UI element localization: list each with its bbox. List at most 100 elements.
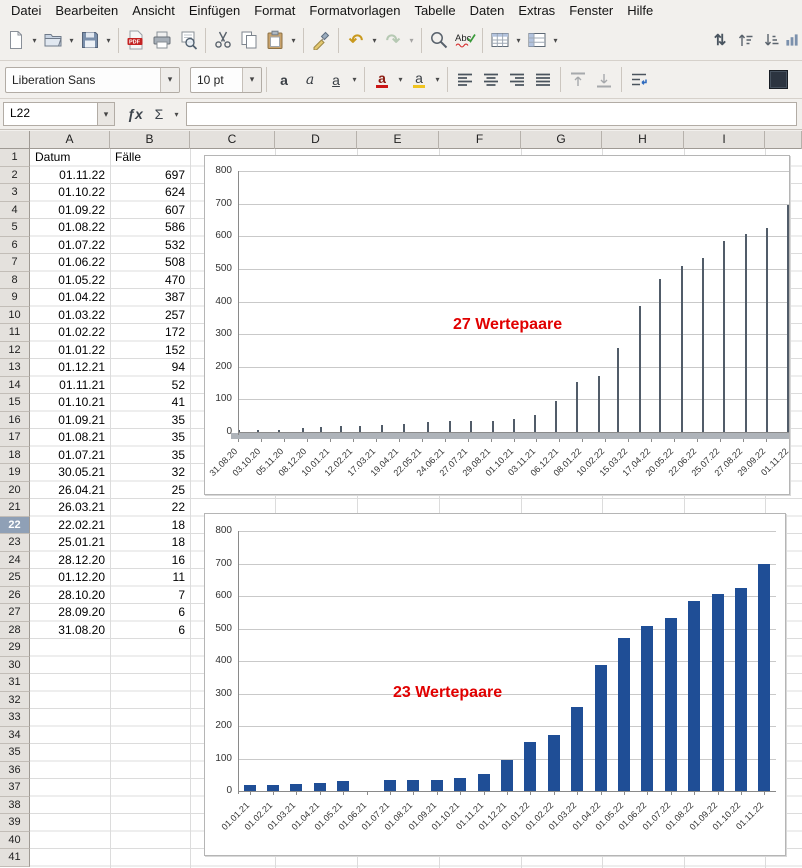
cell-B12[interactable]: 152: [110, 342, 190, 360]
underline-dropdown[interactable]: ▾: [349, 75, 360, 84]
cell-B9[interactable]: 387: [110, 289, 190, 307]
highlighting-color-button[interactable]: a: [406, 66, 432, 94]
column-header-A[interactable]: A: [30, 131, 110, 149]
column-header-D[interactable]: D: [275, 131, 357, 149]
italic-button[interactable]: a: [297, 66, 323, 94]
cell-A10[interactable]: 01.03.22: [30, 307, 110, 325]
row-header-25[interactable]: 25: [0, 569, 30, 587]
cell-A21[interactable]: 26.03.21: [30, 499, 110, 517]
menu-bearbeiten[interactable]: Bearbeiten: [48, 1, 125, 20]
cell-B19[interactable]: 32: [110, 464, 190, 482]
cell-B10[interactable]: 257: [110, 307, 190, 325]
print-button[interactable]: [149, 26, 175, 54]
cell-B25[interactable]: 11: [110, 569, 190, 587]
align-left-button[interactable]: [452, 66, 478, 94]
cell-B20[interactable]: 25: [110, 482, 190, 500]
menu-daten[interactable]: Daten: [463, 1, 512, 20]
open-button[interactable]: [40, 26, 66, 54]
row-header-26[interactable]: 26: [0, 587, 30, 605]
export-pdf-button[interactable]: PDF: [123, 26, 149, 54]
align-bottom-button[interactable]: [591, 66, 617, 94]
redo-button[interactable]: ↷: [380, 26, 406, 54]
print-preview-button[interactable]: [175, 26, 201, 54]
cell-A18[interactable]: 01.07.21: [30, 447, 110, 465]
menu-fenster[interactable]: Fenster: [562, 1, 620, 20]
cell-B4[interactable]: 607: [110, 202, 190, 220]
font-name-dropdown[interactable]: ▾: [160, 68, 179, 92]
sort-ascending-button[interactable]: [733, 26, 759, 54]
paste-dropdown[interactable]: ▾: [288, 36, 299, 45]
row-header-9[interactable]: 9: [0, 289, 30, 307]
font-size-dropdown[interactable]: ▾: [242, 68, 261, 92]
spelling-button[interactable]: Abc: [452, 26, 478, 54]
clone-formatting-button[interactable]: [308, 26, 334, 54]
cell-A25[interactable]: 01.12.20: [30, 569, 110, 587]
cell-A27[interactable]: 28.09.20: [30, 604, 110, 622]
cell-A24[interactable]: 28.12.20: [30, 552, 110, 570]
row-header-32[interactable]: 32: [0, 692, 30, 710]
sum-button[interactable]: Σ: [147, 102, 171, 126]
cell-B1[interactable]: Fälle: [110, 149, 190, 167]
cell-B3[interactable]: 624: [110, 184, 190, 202]
row-header-19[interactable]: 19: [0, 464, 30, 482]
align-top-button[interactable]: [565, 66, 591, 94]
menu-datei[interactable]: Datei: [4, 1, 48, 20]
row-header-33[interactable]: 33: [0, 709, 30, 727]
font-size-combo[interactable]: 10 pt ▾: [190, 67, 262, 93]
row-header-30[interactable]: 30: [0, 657, 30, 675]
row-header-7[interactable]: 7: [0, 254, 30, 272]
align-right-button[interactable]: [504, 66, 530, 94]
row-header-3[interactable]: 3: [0, 184, 30, 202]
cell-A12[interactable]: 01.01.22: [30, 342, 110, 360]
cell-A1[interactable]: Datum: [30, 149, 110, 167]
new-document-button[interactable]: [3, 26, 29, 54]
cut-button[interactable]: [210, 26, 236, 54]
align-center-button[interactable]: [478, 66, 504, 94]
cell-B7[interactable]: 508: [110, 254, 190, 272]
cell-B2[interactable]: 697: [110, 167, 190, 185]
bold-button[interactable]: a: [271, 66, 297, 94]
undo-dropdown[interactable]: ▾: [369, 36, 380, 45]
cell-B24[interactable]: 16: [110, 552, 190, 570]
row-header-1[interactable]: 1: [0, 149, 30, 167]
column-header-H[interactable]: H: [602, 131, 684, 149]
insert-table-button[interactable]: [487, 26, 513, 54]
cell-B17[interactable]: 35: [110, 429, 190, 447]
cell-A8[interactable]: 01.05.22: [30, 272, 110, 290]
column-header-F[interactable]: F: [439, 131, 521, 149]
cell-B27[interactable]: 6: [110, 604, 190, 622]
cell-B18[interactable]: 35: [110, 447, 190, 465]
row-header-24[interactable]: 24: [0, 552, 30, 570]
cell-A6[interactable]: 01.07.22: [30, 237, 110, 255]
cell-A4[interactable]: 01.09.22: [30, 202, 110, 220]
freeze-panes-button[interactable]: [524, 26, 550, 54]
cell-A28[interactable]: 31.08.20: [30, 622, 110, 640]
column-header-G[interactable]: G: [521, 131, 602, 149]
row-header-21[interactable]: 21: [0, 499, 30, 517]
cell-B26[interactable]: 7: [110, 587, 190, 605]
row-header-4[interactable]: 4: [0, 202, 30, 220]
formula-input[interactable]: [186, 102, 797, 126]
new-document-dropdown[interactable]: ▾: [29, 36, 40, 45]
row-header-36[interactable]: 36: [0, 762, 30, 780]
name-box[interactable]: L22 ▾: [3, 102, 115, 126]
cell-B22[interactable]: 18: [110, 517, 190, 535]
column-header-I[interactable]: I: [684, 131, 765, 149]
paste-button[interactable]: [262, 26, 288, 54]
open-dropdown[interactable]: ▾: [66, 36, 77, 45]
cell-A2[interactable]: 01.11.22: [30, 167, 110, 185]
toolbar-overflow-button[interactable]: [785, 26, 799, 54]
menu-einfügen[interactable]: Einfügen: [182, 1, 247, 20]
cell-A3[interactable]: 01.10.22: [30, 184, 110, 202]
save-button[interactable]: [77, 26, 103, 54]
underline-button[interactable]: a: [323, 66, 349, 94]
row-header-6[interactable]: 6: [0, 237, 30, 255]
row-header-34[interactable]: 34: [0, 727, 30, 745]
chart-1[interactable]: 010020030040050060070080031.08.2003.10.2…: [204, 155, 790, 495]
cell-A15[interactable]: 01.10.21: [30, 394, 110, 412]
font-name-combo[interactable]: Liberation Sans ▾: [5, 67, 180, 93]
row-header-29[interactable]: 29: [0, 639, 30, 657]
row-header-5[interactable]: 5: [0, 219, 30, 237]
row-header-35[interactable]: 35: [0, 744, 30, 762]
column-header-E[interactable]: E: [357, 131, 439, 149]
